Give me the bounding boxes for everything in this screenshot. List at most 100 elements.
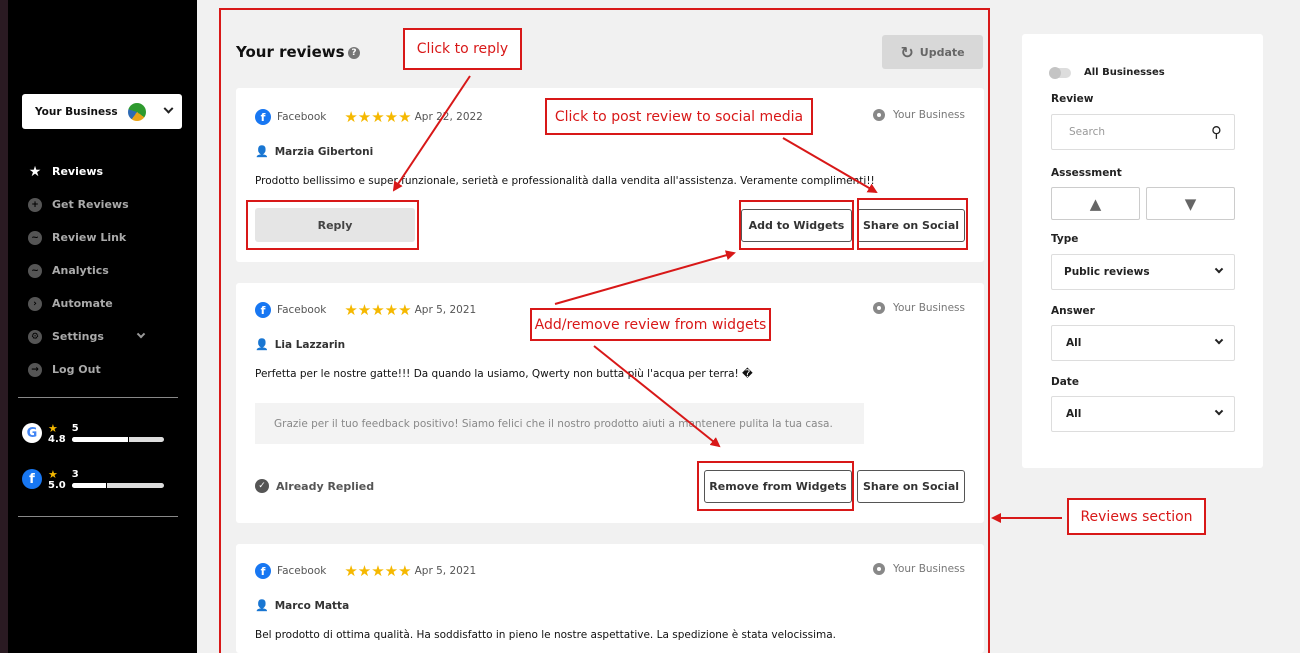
sidebar-item-settings[interactable]: ⚙ Settings xyxy=(28,320,146,353)
rating-stars: ★★★★★ xyxy=(344,301,412,319)
business-logo-icon xyxy=(127,102,146,121)
review-date: Apr 5, 2021 xyxy=(414,565,477,577)
chart-icon: ~ xyxy=(28,263,42,278)
google-progress xyxy=(71,437,164,442)
chat-icon: ~ xyxy=(28,230,42,245)
page-title: Your reviews xyxy=(236,43,345,61)
person-icon: 👤 xyxy=(255,145,269,158)
google-icon: G xyxy=(22,423,42,443)
sidebar-item-label: Automate xyxy=(52,297,113,310)
already-replied-status: ✓ Already Replied xyxy=(255,479,374,493)
person-icon: 👤 xyxy=(255,338,269,351)
sidebar-divider xyxy=(18,397,178,398)
facebook-icon: f xyxy=(255,109,271,125)
chevron-down-icon xyxy=(136,329,146,338)
sidebar-nav: ★ Reviews + Get Reviews ~ Review Link ~ … xyxy=(28,155,146,386)
sidebar-item-label: Reviews xyxy=(52,165,104,178)
review-business: Your Business xyxy=(872,302,965,314)
star-icon: ★ xyxy=(28,163,42,180)
gear-icon: ⚙ xyxy=(28,329,42,344)
star-icon: ★ xyxy=(48,422,58,435)
review-date: Apr 5, 2021 xyxy=(414,304,477,316)
help-icon[interactable]: ? xyxy=(348,47,360,59)
google-score: ★ 4.8 xyxy=(48,422,66,445)
sidebar-item-automate[interactable]: › Automate xyxy=(28,287,144,320)
facebook-icon: f xyxy=(22,469,42,489)
search-input[interactable]: Search ⚲ xyxy=(1051,114,1235,150)
chevron-down-icon xyxy=(1214,264,1224,274)
review-card: f Facebook ★★★★★ Apr 5, 2021 Your Busine… xyxy=(236,544,984,653)
add-widgets-highlight xyxy=(739,200,854,250)
answer-select[interactable]: All xyxy=(1051,325,1235,361)
sidebar-divider xyxy=(18,516,178,517)
sidebar-item-review-link[interactable]: ~ Review Link xyxy=(28,221,144,254)
check-icon: ✓ xyxy=(255,479,269,493)
review-text: Bel prodotto di ottima qualità. Ha soddi… xyxy=(255,629,836,641)
owner-reply: Grazie per il tuo feedback positivo! Sia… xyxy=(255,403,864,444)
type-label: Type xyxy=(1051,233,1079,245)
rating-stars: ★★★★★ xyxy=(344,562,412,580)
person-icon: 👤 xyxy=(255,599,269,612)
annotation-post-to-social: Click to post review to social media xyxy=(545,98,813,135)
review-source: f Facebook ★★★★★ Apr 5, 2021 xyxy=(255,301,476,319)
review-text: Prodotto bellissimo e super funzionale, … xyxy=(255,175,875,187)
sidebar-item-label: Get Reviews xyxy=(52,198,129,211)
review-source: f Facebook ★★★★★ Apr 5, 2021 xyxy=(255,562,476,580)
remove-widgets-highlight xyxy=(697,461,854,511)
sidebar-item-log-out[interactable]: → Log Out xyxy=(28,353,144,386)
sidebar-item-get-reviews[interactable]: + Get Reviews xyxy=(28,188,144,221)
type-select[interactable]: Public reviews xyxy=(1051,254,1235,290)
business-selector-label: Your Business xyxy=(35,105,118,118)
facebook-icon: f xyxy=(255,563,271,579)
sidebar-item-label: Log Out xyxy=(52,363,101,376)
thumbs-up-icon: ▲ xyxy=(1089,194,1102,213)
refresh-icon: ↻ xyxy=(900,42,914,62)
plus-icon: + xyxy=(28,197,42,212)
review-author: 👤 Marco Matta xyxy=(255,599,350,612)
date-select[interactable]: All xyxy=(1051,396,1235,432)
sidebar-item-label: Settings xyxy=(52,330,104,343)
review-author: 👤 Marzia Gibertoni xyxy=(255,145,374,158)
share-on-social-button[interactable]: Share on Social xyxy=(857,470,965,503)
facebook-review-count: 3 xyxy=(71,469,79,480)
star-icon: ★ xyxy=(48,468,58,481)
answer-label: Answer xyxy=(1051,305,1095,317)
all-businesses-label: All Businesses xyxy=(1084,67,1165,78)
google-review-count: 5 xyxy=(71,423,79,434)
business-icon xyxy=(872,563,885,575)
review-business: Your Business xyxy=(872,109,965,121)
facebook-rating: f ★ 5.0 3 xyxy=(22,469,164,491)
review-source: f Facebook ★★★★★ Apr 22, 2022 xyxy=(255,108,483,126)
window-edge xyxy=(0,0,8,653)
chevron-down-icon xyxy=(1214,406,1224,416)
sidebar-item-label: Analytics xyxy=(52,264,109,277)
rating-stars: ★★★★★ xyxy=(344,108,412,126)
google-rating: G ★ 4.8 5 xyxy=(22,423,164,445)
update-label: Update xyxy=(919,45,965,59)
business-selector[interactable]: Your Business xyxy=(22,94,182,129)
search-icon: ⚲ xyxy=(1211,123,1222,141)
update-button[interactable]: ↻ Update xyxy=(882,35,983,69)
review-filter-label: Review xyxy=(1051,93,1094,105)
facebook-progress xyxy=(71,483,164,488)
sidebar-item-analytics[interactable]: ~ Analytics xyxy=(28,254,144,287)
annotation-reviews-section: Reviews section xyxy=(1067,498,1206,535)
facebook-rating-bar: 3 xyxy=(71,469,164,488)
sidebar-item-reviews[interactable]: ★ Reviews xyxy=(28,155,144,188)
all-businesses-toggle[interactable] xyxy=(1049,67,1071,79)
sidebar-item-label: Review Link xyxy=(52,231,127,244)
share-highlight xyxy=(857,198,968,250)
thumbs-down-button[interactable]: ▼ xyxy=(1146,187,1235,220)
google-rating-bar: 5 xyxy=(71,423,164,442)
reply-highlight xyxy=(246,200,419,250)
automate-icon: › xyxy=(28,296,42,311)
assessment-label: Assessment xyxy=(1051,167,1122,179)
filter-panel: All Businesses Review Search ⚲ Assessmen… xyxy=(1022,34,1263,468)
facebook-score: ★ 5.0 xyxy=(48,468,66,491)
logout-icon: → xyxy=(28,362,42,377)
thumbs-up-button[interactable]: ▲ xyxy=(1051,187,1140,220)
business-icon xyxy=(872,109,885,121)
review-author: 👤 Lia Lazzarin xyxy=(255,338,346,351)
date-label: Date xyxy=(1051,376,1079,388)
annotation-click-to-reply: Click to reply xyxy=(403,28,522,70)
